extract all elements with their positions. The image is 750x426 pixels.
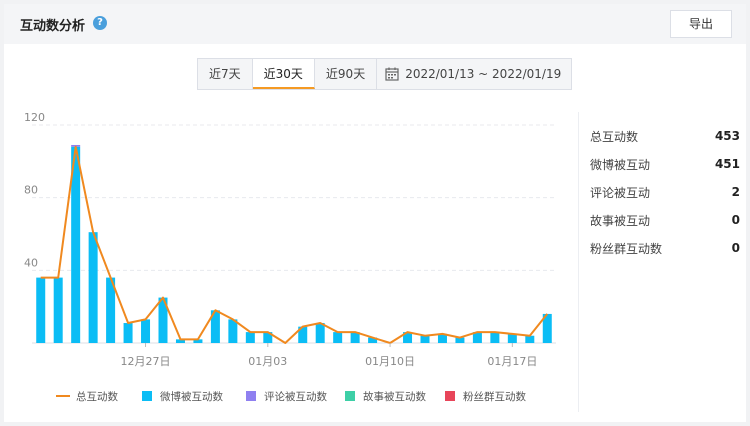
stat-fans: 粉丝群互动数 0 [590, 234, 740, 262]
stat-total: 总互动数 453 [590, 122, 740, 150]
y-tick-label: 80 [24, 184, 38, 197]
bar-0 [53, 277, 63, 343]
total-line [40, 145, 549, 344]
legend-swatch [445, 391, 455, 401]
stat-label: 故事被互动 [590, 213, 651, 228]
y-tick-label: 40 [24, 256, 38, 269]
stat-value: 451 [714, 157, 740, 171]
x-tick-label: 01月17日 [487, 355, 537, 368]
x-tick-label: 01月10日 [365, 355, 415, 368]
bar-0 [420, 335, 430, 343]
legend-label: 微博被互动数 [160, 390, 223, 403]
legend-label: 总互动数 [76, 390, 118, 403]
stat-value: 0 [731, 241, 740, 255]
x-tick-label: 01月03 [248, 355, 287, 368]
stat-label: 微博被互动 [590, 157, 651, 172]
stat-value: 0 [731, 213, 740, 227]
legend-label: 故事被互动数 [363, 390, 426, 403]
x-tick-label: 12月27日 [121, 355, 171, 368]
legend-swatch [142, 391, 152, 401]
bar-0 [490, 332, 500, 343]
bar-0 [141, 319, 151, 343]
legend-label: 粉丝群互动数 [463, 390, 526, 403]
stat-label: 粉丝群互动数 [590, 241, 663, 256]
stat-weibo: 微博被互动 451 [590, 150, 740, 178]
legend-swatch [345, 391, 355, 401]
bar-0 [507, 333, 517, 343]
stat-value: 2 [731, 185, 740, 199]
y-tick-label: 120 [24, 111, 45, 124]
bar-0 [228, 319, 238, 343]
stat-comment: 评论被互动 2 [590, 178, 740, 206]
bar-0 [123, 323, 133, 343]
stat-label: 评论被互动 [590, 185, 651, 200]
stat-story: 故事被互动 0 [590, 206, 740, 234]
legend-label: 评论被互动数 [264, 390, 327, 403]
bar-0 [245, 332, 255, 343]
bar-0 [88, 232, 98, 343]
stat-value: 453 [714, 129, 740, 143]
interaction-panel: 互动数分析 ? 导出 近7天 近30天 近90天 2022/01/13 ~ 20… [4, 4, 746, 422]
bar-0 [333, 332, 343, 343]
divider [578, 112, 579, 412]
bar-0 [315, 323, 325, 343]
legend-swatch [246, 391, 256, 401]
bar-0 [525, 335, 535, 343]
stat-label: 总互动数 [590, 129, 639, 144]
stats-list: 总互动数 453 微博被互动 451 评论被互动 2 故事被互动 0 粉丝群互动数 0 [590, 122, 740, 262]
bar-0 [36, 277, 46, 343]
